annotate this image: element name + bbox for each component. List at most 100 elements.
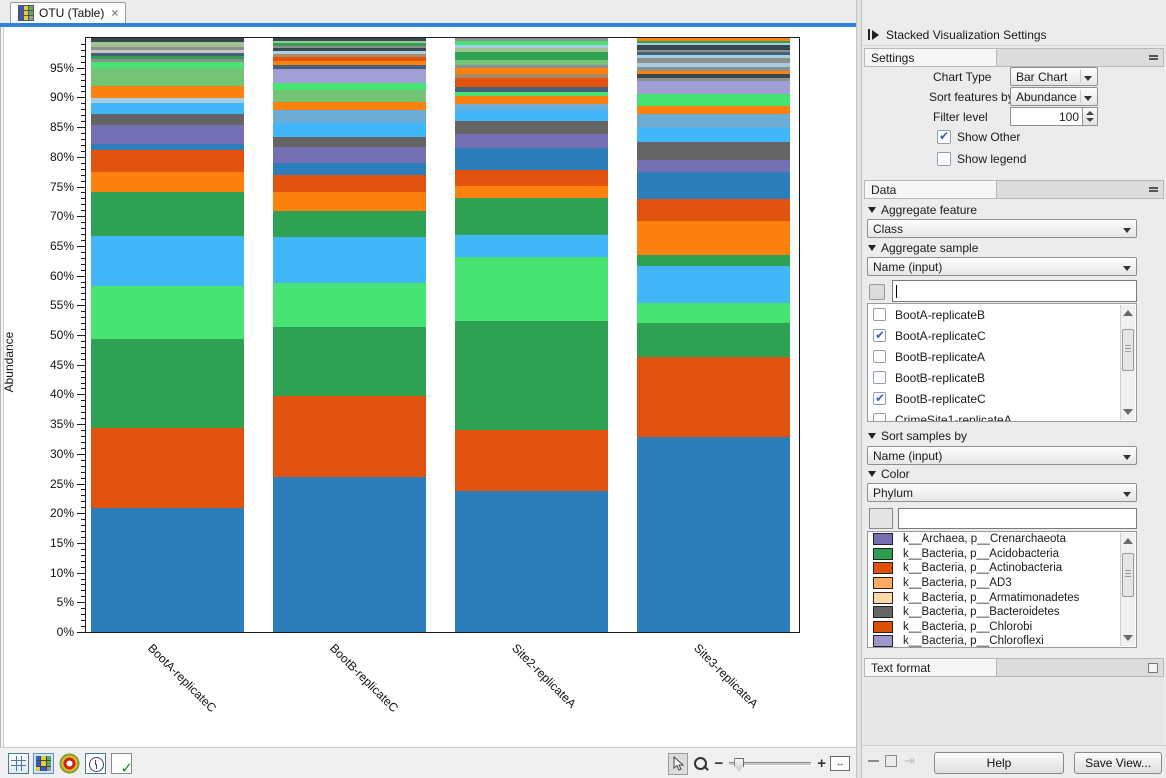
restore-panel-icon[interactable] [885,755,897,767]
legend-color-swatch[interactable] [873,577,893,589]
bar-segment [91,172,244,192]
report-view-icon[interactable] [111,753,132,774]
legend-row[interactable]: k__Bacteria, p__Armatimonadetes [868,590,1136,605]
sample-row-BootA-replicateB[interactable]: BootA-replicateB [868,304,1136,325]
scroll-down-icon[interactable] [1123,409,1133,415]
sort-samples-value: Name (input) [873,449,942,463]
spinner-buttons[interactable] [1082,108,1097,125]
major-tick [77,365,85,366]
color-header[interactable]: Color [868,467,910,481]
fit-width-icon[interactable]: ↔ [830,756,850,771]
legend-color-swatch[interactable] [873,635,893,647]
legend-row[interactable]: k__Bacteria, p__Acidobacteria [868,547,1136,562]
history-view-icon[interactable] [85,753,106,774]
bar-segment [455,491,608,632]
scrollbar-thumb[interactable] [1122,553,1134,597]
legend-row[interactable]: k__Bacteria, p__Bacteroidetes [868,605,1136,620]
aggregate-feature-header[interactable]: Aggregate feature [868,203,977,217]
sample-row-BootB-replicateB[interactable]: BootB-replicateB [868,367,1136,388]
scrollbar-thumb[interactable] [1122,329,1134,371]
major-tick [77,513,85,514]
text-caret [896,285,897,298]
sample-row-BootA-replicateC[interactable]: BootA-replicateC [868,325,1136,346]
x-axis-label-BootB-replicateC: BootB-replicateC [327,641,401,715]
sample-row-BootB-replicateC[interactable]: BootB-replicateC [868,388,1136,409]
spin-down-icon[interactable] [1086,118,1094,122]
sample-row-BootB-replicateA[interactable]: BootB-replicateA [868,346,1136,367]
sample-checkbox[interactable] [873,371,886,384]
legend-color-swatch[interactable] [873,592,893,604]
tab-label: OTU (Table) [39,6,104,20]
color-select[interactable]: Phylum [867,483,1137,502]
legend-color-swatch[interactable] [873,533,893,545]
legend-row[interactable]: k__Bacteria, p__Actinobacteria [868,561,1136,576]
zoom-slider-thumb[interactable] [734,758,744,772]
sort-samples-select[interactable]: Name (input) [867,446,1137,465]
show-other-checkbox[interactable] [937,130,951,144]
chart-type-select[interactable]: Bar Chart [1010,67,1098,86]
legend-row[interactable]: k__Archaea, p__Crenarchaeota [868,532,1136,547]
scroll-up-icon[interactable] [1123,310,1133,316]
scroll-down-icon[interactable] [1123,635,1133,641]
zoom-in-icon[interactable]: + [817,756,826,771]
collapse-all-icon[interactable] [868,760,879,762]
sidebar-title[interactable]: Stacked Visualization Settings [862,24,1166,46]
sample-row-CrimeSite1-replicateA[interactable]: CrimeSite1-replicateA [868,409,1136,422]
vertical-scrollbar[interactable] [1120,533,1135,646]
color-filter-input[interactable] [898,508,1137,529]
save-view-button[interactable]: Save View... [1074,752,1162,774]
expand-section-icon[interactable] [1148,663,1158,673]
vertical-scrollbar[interactable] [1120,305,1135,420]
sample-checkbox[interactable] [873,329,886,342]
tab-otu-table[interactable]: OTU (Table) × [10,2,126,23]
sample-label: BootB-replicateA [895,350,985,364]
sort-features-select[interactable]: Abundance [1010,87,1098,106]
phylum-color-list[interactable]: k__Archaea, p__Crenarchaeotak__Bacteria,… [867,531,1137,648]
show-legend-checkbox[interactable] [937,152,951,166]
table-view-icon[interactable] [8,753,29,774]
sample-label: BootA-replicateB [895,308,985,322]
bar-segment [91,339,244,428]
aggregate-sample-select[interactable]: Name (input) [867,257,1137,276]
section-settings[interactable]: Settings [864,48,1164,67]
section-text-format[interactable]: Text format [864,658,1164,677]
sample-checkbox[interactable] [873,413,886,422]
scroll-up-icon[interactable] [1123,538,1133,544]
sample-filter-input[interactable] [892,280,1137,302]
sample-checkbox[interactable] [873,350,886,363]
help-button[interactable]: Help [934,752,1064,774]
sample-checkbox[interactable] [873,308,886,321]
close-icon[interactable]: × [111,6,118,20]
chart-type-row: Chart Type [933,70,991,84]
sample-list[interactable]: BootA-replicateB BootA-replicateC BootB-re… [867,303,1137,422]
aggregate-sample-header[interactable]: Aggregate sample [868,241,978,255]
collapse-section-icon[interactable] [1149,187,1158,192]
legend-row[interactable]: k__Bacteria, p__AD3 [868,576,1136,591]
filter-level-spinner[interactable]: 100 [1010,107,1098,126]
legend-label: k__Bacteria, p__Acidobacteria [903,548,1059,560]
stacked-chart-view-icon[interactable] [33,753,54,774]
color-value: Phylum [873,486,913,500]
legend-row[interactable]: k__Bacteria, p__Chlorobi [868,620,1136,635]
legend-color-swatch[interactable] [873,562,893,574]
y-tick-label: 50% [0,328,74,342]
color-swatch-placeholder[interactable] [869,508,893,529]
spin-up-icon[interactable] [1086,111,1094,115]
zoom-out-icon[interactable]: − [714,756,723,771]
section-data[interactable]: Data [864,180,1164,199]
zoom-tool-icon[interactable] [692,754,710,774]
sunburst-view-icon[interactable] [59,753,80,774]
x-axis-label-Site3-replicateA: Site3-replicateA [691,641,761,711]
legend-color-swatch[interactable] [873,621,893,633]
sample-checkbox[interactable] [873,392,886,405]
zoom-slider[interactable] [729,762,811,766]
legend-color-swatch[interactable] [873,548,893,560]
collapse-section-icon[interactable] [1149,55,1158,60]
selection-cursor-button[interactable] [668,753,688,775]
sort-samples-header[interactable]: Sort samples by [868,429,967,443]
bar-segment [455,110,608,121]
select-all-samples-checkbox[interactable] [869,284,885,300]
legend-color-swatch[interactable] [873,606,893,618]
legend-row[interactable]: k__Bacteria, p__Chloroflexi [868,634,1136,648]
aggregate-feature-select[interactable]: Class [867,219,1137,238]
